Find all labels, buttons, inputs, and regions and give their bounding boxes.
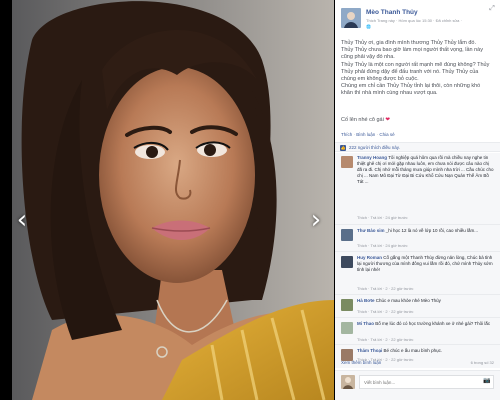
previous-photo-button[interactable]: ‹ <box>12 205 32 235</box>
chevron-right-icon: › <box>310 205 322 235</box>
comment-author[interactable]: Huy Roman <box>357 255 382 260</box>
comment-body: Huy Roman Cố gắng một Thanh Thủy đừng nả… <box>357 255 495 273</box>
caption-line: Thủy Thủy là một con người rất mạnh mẽ đ… <box>341 61 490 83</box>
commenter-avatar[interactable] <box>341 322 353 334</box>
comment-input[interactable] <box>359 375 494 389</box>
post-panel: ⤢ Mèo Thanh Thủy Thích Trang này · Hôm q… <box>335 0 500 400</box>
comment-text: Chúc e mau khỏe nhé Mèo Thủy <box>375 298 441 303</box>
separator: · <box>353 132 356 137</box>
comment-author[interactable]: Tranny Hoang <box>357 155 387 160</box>
likes-count[interactable]: 222 người thích điều này. <box>349 145 400 150</box>
comment-author[interactable]: Thảm Thoại <box>357 348 382 353</box>
chevron-left-icon: ‹ <box>16 205 28 235</box>
caption-line: Thủy Thủy chưa bao giờ làm mọi người thấ… <box>341 47 483 61</box>
comment-meta[interactable]: Thích · Trả lời · 24 giờ trước <box>357 243 408 248</box>
comment-author[interactable]: Thư Bảo sim <box>357 228 385 233</box>
comment-meta[interactable]: Thích · Trả lời · 24 giờ trước <box>357 215 408 220</box>
comment-body: Thư Bảo sim _hi học 12 là nó về lớp 10 r… <box>357 228 495 234</box>
photo-stage: ‹ › <box>0 0 335 400</box>
comment-meta[interactable]: Thích · Trả lời · 2 · 22 giờ trước <box>357 309 413 314</box>
comment-item: Tranny Hoang Tôi nghiệp quá hôm qua rồi … <box>335 153 500 225</box>
comment-body: Mi Thao Bố mẹ lúc đó có học trường khánh… <box>357 321 495 327</box>
camera-icon[interactable]: 📷 <box>483 378 491 385</box>
view-more-comments-link[interactable]: Xem thêm bình luận <box>341 360 381 365</box>
comment-item: Thư Bảo sim _hi học 12 là nó về lớp 10 r… <box>335 226 500 252</box>
comment-link[interactable]: Bình luận <box>356 132 375 137</box>
page-avatar[interactable] <box>341 8 361 28</box>
comment-meta[interactable]: Thích · Trả lời · 2 · 22 giờ trước <box>357 286 413 291</box>
post-header: Mèo Thanh Thủy Thích Trang này · Hôm qua… <box>341 8 491 32</box>
commenter-avatar[interactable] <box>341 256 353 268</box>
comment-meta[interactable]: Thích · Trả lời · 2 · 22 giờ trước <box>357 337 413 342</box>
comment-body: Thảm Thoại Bé chúc e ấu mau bình phục. <box>357 348 495 354</box>
comments-list: Tranny Hoang Tôi nghiệp quá hôm qua rồi … <box>335 153 500 368</box>
comment-body: Hà Bơte Chúc e mau khỏe nhé Mèo Thủy <box>357 298 495 304</box>
comment-composer: 📷 <box>335 370 500 400</box>
thumbs-up-icon: 👍 <box>340 145 346 151</box>
share-link[interactable]: Chia sẻ <box>379 132 394 137</box>
comment-item: Huy Roman Cố gắng một Thanh Thủy đừng nả… <box>335 253 500 295</box>
caption-line: Chúng em chỉ cần Thủy Thủy tỉnh lại thôi… <box>341 83 481 97</box>
caption-signoff: Cố lên nhé cô gái ❤ <box>341 117 390 123</box>
post-author[interactable]: Mèo Thanh Thủy <box>366 9 418 16</box>
comment-text: Bố mẹ lúc đó có học trường khánh xe ở nh… <box>375 321 491 326</box>
portrait-photo[interactable] <box>12 0 334 400</box>
comment-text: _hi học 12 là nó về lớp 10 rồi, cao nhiề… <box>385 228 479 233</box>
comment-author[interactable]: Mi Thao <box>357 321 374 326</box>
comment-item: Hà Bơte Chúc e mau khỏe nhé Mèo Thủy Thí… <box>335 296 500 318</box>
separator: · <box>376 132 379 137</box>
comment-item: Mi Thao Bố mẹ lúc đó có học trường khánh… <box>335 319 500 345</box>
comment-text: Bé chúc e ấu mau bình phục. <box>383 348 443 353</box>
comment-pager: 6 trong số 32 <box>470 360 494 365</box>
comment-author[interactable]: Hà Bơte <box>357 298 374 303</box>
likes-bar: 👍 222 người thích điều này. <box>335 142 500 152</box>
viewer-avatar <box>341 375 355 389</box>
commenter-avatar[interactable] <box>341 156 353 168</box>
post-actions: Thích · Bình luận · Chia sẻ <box>341 132 395 137</box>
signoff-text: Cố lên nhé cô gái <box>341 117 384 123</box>
post-meta: Thích Trang này · Hôm qua lúc 15:30 · Đã… <box>366 18 462 23</box>
post-caption: Thủy Thủy ơi, gia đình mình thương Thủy … <box>341 40 493 98</box>
heart-icon: ❤ <box>385 117 390 123</box>
next-photo-button[interactable]: › <box>306 205 326 235</box>
commenter-avatar[interactable] <box>341 299 353 311</box>
like-link[interactable]: Thích <box>341 132 352 137</box>
commenter-avatar[interactable] <box>341 229 353 241</box>
comment-body: Tranny Hoang Tôi nghiệp quá hôm qua rồi … <box>357 155 495 185</box>
globe-icon: 🌐 <box>366 24 371 29</box>
